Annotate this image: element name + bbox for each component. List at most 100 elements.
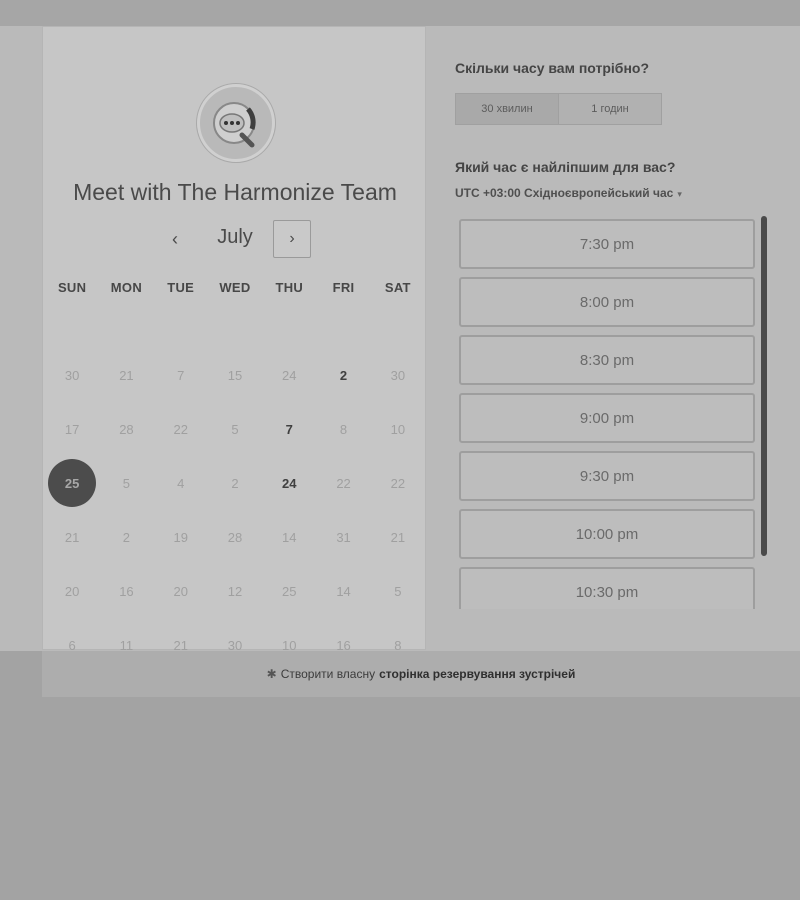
calendar-day-number: 2 — [122, 529, 131, 545]
calendar-day-number: 24 — [282, 475, 297, 491]
calendar-day: 25 — [262, 567, 316, 615]
calendar-day-number: 5 — [231, 421, 239, 437]
month-label: July — [217, 226, 253, 248]
calendar-day-number: 22 — [173, 421, 188, 437]
calendar-day: 28 — [99, 405, 153, 453]
footer: ✱ Створити власну сторінка резервування … — [42, 651, 800, 697]
calendar-day: 21 — [99, 351, 153, 399]
calendar-week-row: 30 21 7 15 24 2 30 — [45, 348, 425, 402]
calendar-day-number: 5 — [122, 475, 131, 491]
booking-panel: Скільки часу вам потрібно? 30 хвилин 1 г… — [455, 26, 775, 650]
duration-60-button[interactable]: 1 годин — [558, 94, 661, 124]
timezone-selector[interactable]: UTC +03:00 Східноєвропейський час ▾ — [455, 186, 682, 200]
calendar-day-number: 14 — [336, 583, 351, 599]
calendar-day-number: 25 — [48, 459, 97, 507]
meeting-title: Meet with The Harmonize Team — [73, 179, 397, 205]
time-slot-list[interactable]: 7:30 pm 8:00 pm 8:30 pm 9:00 pm 9:30 pm 10:00… — [455, 213, 765, 609]
calendar-day-number: 21 — [390, 529, 406, 545]
calendar-day: 16 — [99, 567, 153, 615]
calendar-day: 31 — [316, 513, 370, 561]
calendar-day: 2 — [99, 513, 153, 561]
calendar-week-row: 25 5 4 2 24 22 22 — [45, 456, 425, 510]
calendar-grid: SUN MON TUE WED THU FRI SAT 30 21 7 15 24 2 30… — [45, 280, 425, 672]
calendar-day: 12 — [208, 567, 262, 615]
time-slot-button[interactable]: 7:30 pm — [459, 219, 755, 269]
time-slot-button[interactable]: 9:30 pm — [459, 451, 755, 501]
calendar-day: 22 — [316, 459, 370, 507]
calendar-day: 30 — [371, 351, 425, 399]
calendar-day-number: 20 — [64, 583, 80, 599]
next-month-button[interactable]: › — [273, 220, 311, 258]
calendar-day-number: 31 — [336, 529, 351, 545]
calendar-day: 19 — [154, 513, 208, 561]
calendar-day[interactable]: 7 — [262, 405, 316, 453]
calendar-day: 5 — [371, 567, 425, 615]
calendar-day: 24 — [262, 351, 316, 399]
calendar-week-row: 21 2 19 28 14 31 21 — [45, 510, 425, 564]
calendar-day-number: 7 — [177, 367, 185, 383]
calendar-day-number: 10 — [390, 421, 406, 437]
calendar-day-selected[interactable]: 25 — [45, 459, 99, 507]
time-question: Який час є найліпшим для вас? — [455, 159, 676, 175]
calendar-card: Meet with The Harmonize Team ‹ July › SU… — [42, 26, 427, 653]
calendar-day: 30 — [45, 351, 99, 399]
calendar-day-number: 30 — [64, 367, 80, 383]
calendar-day-number: 14 — [282, 529, 297, 545]
time-slot-button[interactable]: 8:30 pm — [459, 335, 755, 385]
top-strip — [0, 0, 800, 26]
calendar-day-number: 22 — [390, 475, 406, 491]
caret-down-icon: ▾ — [677, 189, 682, 199]
time-slot-button[interactable]: 9:00 pm — [459, 393, 755, 443]
duration-30-button[interactable]: 30 хвилин — [456, 94, 558, 124]
calendar-day: 10 — [371, 405, 425, 453]
calendar-day[interactable]: 24 — [262, 459, 316, 507]
calendar-day: 8 — [316, 405, 370, 453]
weekday-label: TUE — [167, 280, 195, 295]
calendar-day-number: 19 — [173, 529, 188, 545]
create-booking-page-link[interactable]: сторінка резервування зустрічей — [379, 667, 575, 681]
calendar-day-number: 12 — [227, 583, 243, 599]
calendar-day-number: 30 — [390, 367, 406, 383]
calendar-day: 5 — [208, 405, 262, 453]
calendar-day[interactable]: 2 — [316, 351, 370, 399]
duration-selector: 30 хвилин 1 годин — [455, 93, 662, 125]
calendar-day-number: 21 — [64, 529, 80, 545]
calendar-day-number: 22 — [336, 475, 351, 491]
weekday-label: FRI — [332, 280, 355, 295]
calendar-weeks: 30 21 7 15 24 2 30 17 28 22 5 7 8 10 25 5 4 2 24 22 22 21 2 19 2… — [45, 348, 425, 672]
month-navigation: ‹ July › — [43, 217, 427, 259]
calendar-day-number: 21 — [119, 367, 134, 383]
slot-list-scrollbar[interactable] — [761, 216, 767, 556]
prev-month-button[interactable]: ‹ — [159, 223, 191, 255]
calendar-day-number: 2 — [231, 475, 239, 491]
weekday-header: SUN MON TUE WED THU FRI SAT — [45, 280, 425, 308]
calendar-day: 21 — [371, 513, 425, 561]
calendar-day-number: 25 — [282, 583, 297, 599]
weekday-label: WED — [219, 280, 251, 295]
calendar-day-number: 4 — [177, 475, 185, 491]
calendar-day: 14 — [316, 567, 370, 615]
team-avatar — [197, 84, 275, 162]
calendar-day-number: 15 — [227, 367, 243, 383]
calendar-week-row: 20 16 20 12 25 14 5 — [45, 564, 425, 618]
time-slot-button[interactable]: 10:00 pm — [459, 509, 755, 559]
footer-text: Створити власну — [280, 667, 376, 681]
calendar-day: 15 — [208, 351, 262, 399]
weekday-label: SUN — [57, 280, 87, 295]
calendar-day: 2 — [208, 459, 262, 507]
calendar-day: 20 — [45, 567, 99, 615]
calendar-day-number: 2 — [339, 367, 348, 383]
time-slot-button[interactable]: 10:30 pm — [459, 567, 755, 609]
weekday-label: SAT — [384, 280, 411, 295]
time-slot-button[interactable]: 8:00 pm — [459, 277, 755, 327]
calendar-day-number: 24 — [282, 367, 297, 383]
chevron-left-icon: ‹ — [172, 228, 178, 249]
timezone-label: UTC +03:00 Східноєвропейський час — [455, 186, 674, 200]
calendar-day: 4 — [154, 459, 208, 507]
calendar-day: 20 — [154, 567, 208, 615]
calendar-day-number: 7 — [285, 421, 293, 437]
calendar-day-number: 16 — [119, 583, 134, 599]
duration-question: Скільки часу вам потрібно? — [455, 60, 650, 76]
calendar-day-number: 5 — [394, 583, 402, 599]
calendar-day: 7 — [154, 351, 208, 399]
